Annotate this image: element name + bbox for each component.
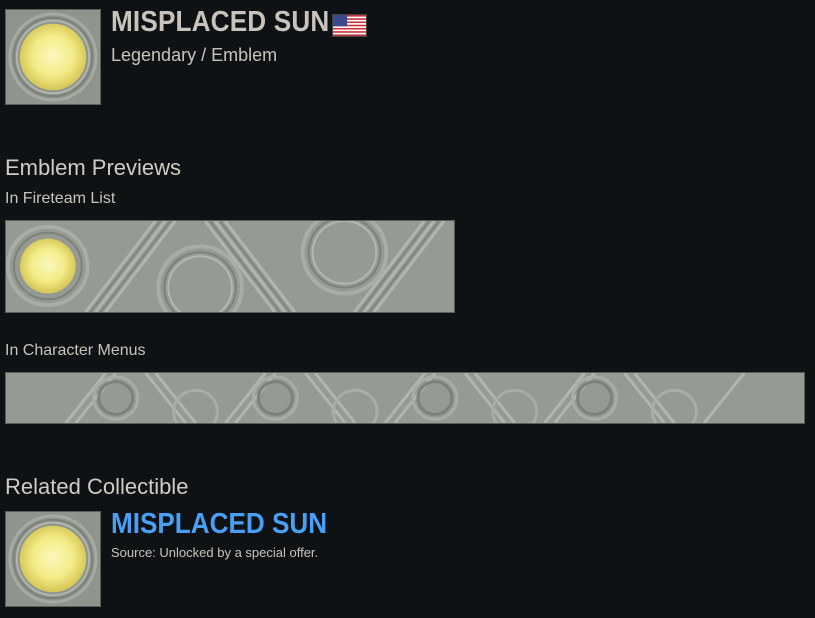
collectible-sun-icon[interactable] [5, 511, 101, 607]
us-flag-icon[interactable] [332, 14, 367, 37]
item-type-subtitle: Legendary / Emblem [111, 45, 278, 65]
character-menus-label: In Character Menus [5, 342, 146, 359]
emblem-previews-heading: Emblem Previews [5, 155, 182, 180]
fireteam-banner-preview [5, 220, 455, 313]
sun-emblem-icon [5, 9, 101, 105]
collectible-title-link[interactable]: MISPLACED SUN [111, 508, 327, 541]
character-banner-preview [5, 372, 805, 424]
fireteam-list-label: In Fireteam List [5, 190, 116, 207]
collectible-source-text: Source: Unlocked by a special offer. [111, 545, 319, 560]
page: MISPLACED SUN Legendary / Emblem Emblem … [0, 0, 815, 618]
related-collectible-heading: Related Collectible [5, 474, 189, 499]
page-title: MISPLACED SUN [111, 6, 330, 38]
